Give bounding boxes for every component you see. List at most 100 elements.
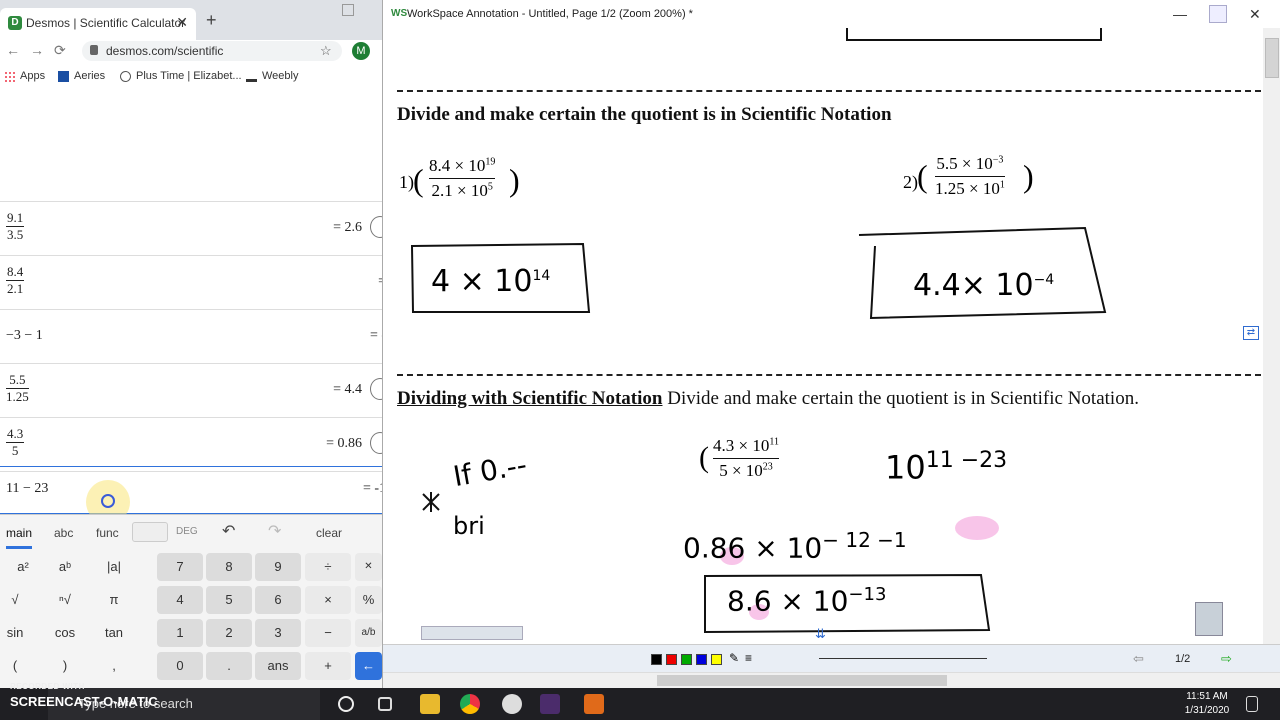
key-tan[interactable]: tan [91, 619, 137, 647]
key-0[interactable]: 0 [157, 652, 203, 680]
tab-func[interactable]: func [96, 526, 119, 540]
key-6[interactable]: 6 [255, 586, 301, 614]
tab-abc[interactable]: abc [54, 526, 73, 540]
key-sqrt[interactable]: √ [0, 586, 38, 614]
key-4[interactable]: 4 [157, 586, 203, 614]
url-field[interactable]: desmos.com/scientific [82, 41, 342, 61]
workspace-app-icon[interactable] [540, 694, 560, 714]
color-blue-swatch[interactable] [696, 654, 707, 665]
key-2[interactable]: 2 [206, 619, 252, 647]
rad-toggle[interactable] [132, 522, 168, 542]
file-explorer-icon[interactable] [420, 694, 440, 714]
key-8[interactable]: 8 [206, 553, 252, 581]
expression-row[interactable]: 9.1 3.5 = 2.6 [0, 202, 382, 256]
key-decimal[interactable]: . [206, 652, 252, 680]
notification-icon[interactable] [1246, 696, 1258, 712]
profile-avatar[interactable]: M [352, 42, 370, 60]
horizontal-scroll-thumb[interactable] [657, 675, 947, 686]
workspace-page[interactable]: Divide and make certain the quotient is … [383, 28, 1263, 644]
result-toggle-icon[interactable] [370, 378, 382, 400]
tab-close-icon[interactable]: ✕ [176, 14, 188, 31]
key-nth-root[interactable]: ⁿ√ [42, 586, 88, 614]
line-width-slider[interactable] [819, 658, 987, 659]
key-plus[interactable]: + [305, 652, 351, 680]
restore-icon[interactable] [1209, 5, 1227, 23]
key-minus[interactable]: − [305, 619, 351, 647]
paren-left: ( [917, 158, 928, 194]
forward-arrow-icon[interactable]: → [30, 42, 44, 58]
key-square[interactable]: a² [0, 553, 46, 581]
cortana-icon[interactable] [338, 696, 354, 712]
workspace-horizontal-scrollbar[interactable] [383, 672, 1280, 688]
undo-icon[interactable]: ↶ [222, 521, 235, 541]
key-multiply[interactable]: × [305, 586, 351, 614]
app-icon[interactable] [502, 694, 522, 714]
key-abs[interactable]: |a| [91, 553, 137, 581]
minimize-icon[interactable]: — [1173, 6, 1187, 22]
key-9[interactable]: 9 [255, 553, 301, 581]
tab-main[interactable]: main [6, 526, 33, 549]
prev-page-icon[interactable]: ⇦ [1133, 651, 1144, 667]
expression-row[interactable]: 8.4 2.1 = [0, 256, 382, 310]
redo-icon[interactable]: ↷ [268, 521, 281, 541]
recycle-bin-icon[interactable] [1195, 602, 1223, 636]
close-icon[interactable]: ✕ [1249, 6, 1261, 23]
vertical-scroll-thumb[interactable] [1265, 38, 1279, 78]
expression-result: = -1 [362, 481, 382, 496]
section-heading-2: Dividing with Scientific Notation Divide… [397, 388, 1139, 410]
result-toggle-icon[interactable] [370, 216, 382, 238]
color-yellow-swatch[interactable] [711, 654, 722, 665]
task-view-icon[interactable] [378, 697, 392, 711]
page-tools-strip[interactable] [421, 626, 523, 640]
key-enter-icon[interactable]: ← [355, 652, 382, 680]
key-divide[interactable]: ÷ [305, 553, 351, 581]
new-tab-button[interactable]: + [206, 10, 217, 31]
key-power[interactable]: aᵇ [42, 553, 88, 581]
key-close-paren[interactable]: ) [42, 652, 88, 680]
line-style-icon[interactable]: ≡ [745, 651, 752, 665]
key-backspace-icon[interactable]: ✕ [355, 553, 382, 581]
key-comma[interactable]: , [91, 652, 137, 680]
expression-row[interactable]: 5.5 1.25 = 4.4 [0, 364, 382, 418]
key-pi[interactable]: π [91, 586, 137, 614]
bookmark-apps[interactable]: Apps [4, 70, 45, 82]
workspace-title-bar: WS WorkSpace Annotation - Untitled, Page… [383, 0, 1280, 28]
result-toggle-icon[interactable] [370, 432, 382, 454]
expression-row[interactable]: −3 − 1 = - [0, 310, 382, 364]
chrome-icon[interactable] [460, 694, 480, 714]
page-link-icon[interactable]: ⇄ [1243, 326, 1259, 340]
reload-icon[interactable]: ⟳ [54, 42, 66, 59]
workspace-vertical-scrollbar[interactable] [1263, 28, 1280, 644]
color-black-swatch[interactable] [651, 654, 662, 665]
recorder-app-icon[interactable] [584, 694, 604, 714]
system-clock[interactable]: 11:51 AM 1/31/2020 [1178, 690, 1236, 718]
bookmark-star-icon[interactable]: ☆ [320, 43, 332, 59]
key-fraction[interactable]: a/b [355, 619, 382, 647]
bookmark-weebly[interactable]: Weebly [246, 70, 298, 82]
key-5[interactable]: 5 [206, 586, 252, 614]
expression-row-active[interactable]: 11 − 23 = -1 [0, 466, 382, 514]
key-cos[interactable]: cos [42, 619, 88, 647]
bookmark-plus-time[interactable]: Plus Time | Elizabet... [120, 70, 242, 82]
pen-tool-icon[interactable]: ✎ [729, 651, 739, 665]
next-page-icon[interactable]: ⇨ [1221, 651, 1232, 667]
expression-row[interactable]: 4.3 5 = 0.86 [0, 418, 382, 472]
window-restore-icon[interactable] [342, 4, 354, 16]
color-red-swatch[interactable] [666, 654, 677, 665]
ink-box-top [846, 28, 1102, 41]
key-sin[interactable]: sin [0, 619, 38, 647]
color-green-swatch[interactable] [681, 654, 692, 665]
key-percent[interactable]: % [355, 586, 382, 614]
key-3[interactable]: 3 [255, 619, 301, 647]
browser-tab[interactable]: D Desmos | Scientific Calculator ✕ [0, 8, 196, 40]
key-ans[interactable]: ans [255, 652, 301, 680]
numerator: 8.4 [6, 264, 25, 281]
back-arrow-icon[interactable]: ← [6, 42, 20, 58]
bookmark-aeries[interactable]: Aeries [58, 70, 105, 82]
key-7[interactable]: 7 [157, 553, 203, 581]
key-open-paren[interactable]: ( [0, 652, 38, 680]
clear-button[interactable]: clear [316, 526, 342, 540]
key-1[interactable]: 1 [157, 619, 203, 647]
scroll-down-arrows-icon[interactable]: ⇊ [815, 626, 826, 642]
deg-toggle[interactable]: DEG [176, 526, 198, 537]
